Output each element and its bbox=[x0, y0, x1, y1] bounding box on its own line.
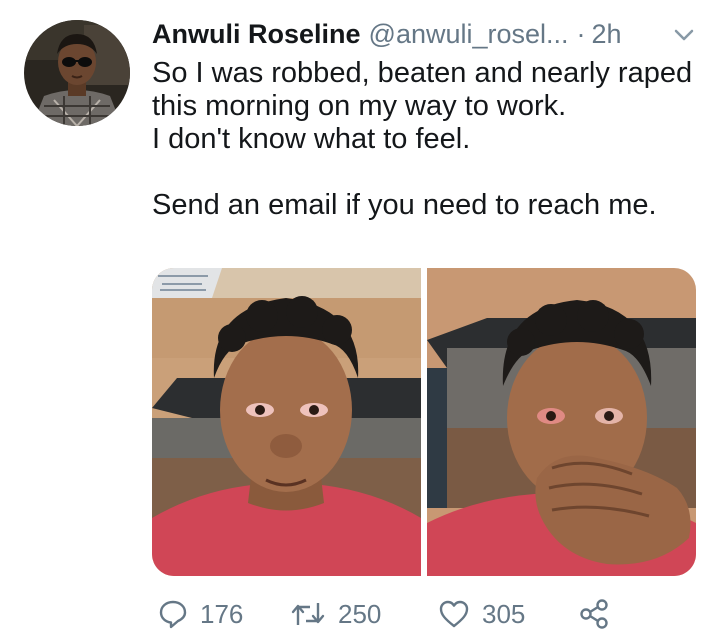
tweet-text-line: Send an email if you need to reach me. bbox=[152, 189, 657, 221]
avatar[interactable] bbox=[24, 20, 130, 126]
tweet-actions: 176 250 305 bbox=[152, 592, 712, 636]
reply-button[interactable]: 176 bbox=[158, 592, 243, 636]
author-handle[interactable]: @anwuli_rosel... bbox=[369, 14, 569, 54]
tweet-text-line: this morning on my way to work. bbox=[152, 90, 567, 122]
tweet-card: Anwuli Roseline @anwuli_rosel... · 2h So… bbox=[0, 0, 720, 639]
heart-icon bbox=[438, 599, 470, 629]
tweet-text: So I was robbed, beaten and nearly raped… bbox=[152, 57, 712, 222]
paragraph-break bbox=[152, 156, 712, 189]
author-name[interactable]: Anwuli Roseline bbox=[152, 14, 361, 54]
retweet-button[interactable]: 250 bbox=[290, 592, 381, 636]
selfie-photo-1[interactable] bbox=[152, 268, 421, 576]
tweet-media bbox=[152, 268, 696, 576]
separator-dot: · bbox=[576, 19, 586, 49]
reply-count: 176 bbox=[200, 599, 244, 629]
chevron-down-icon[interactable] bbox=[673, 24, 695, 46]
share-nodes-icon bbox=[578, 598, 610, 630]
share-button[interactable] bbox=[578, 592, 610, 636]
retweet-count: 250 bbox=[338, 599, 382, 629]
tweet-text-line: So I was robbed, beaten and nearly raped bbox=[152, 57, 693, 89]
comment-bubble-icon bbox=[158, 599, 188, 629]
tweet-timestamp[interactable]: 2h bbox=[592, 14, 622, 54]
like-button[interactable]: 305 bbox=[438, 592, 525, 636]
retweet-arrows-icon bbox=[290, 599, 326, 629]
tweet-text-line: I don't know what to feel. bbox=[152, 123, 471, 155]
like-count: 305 bbox=[482, 599, 526, 629]
tweet-header: Anwuli Roseline @anwuli_rosel... · 2h bbox=[152, 14, 712, 54]
selfie-photo-2[interactable] bbox=[427, 268, 696, 576]
